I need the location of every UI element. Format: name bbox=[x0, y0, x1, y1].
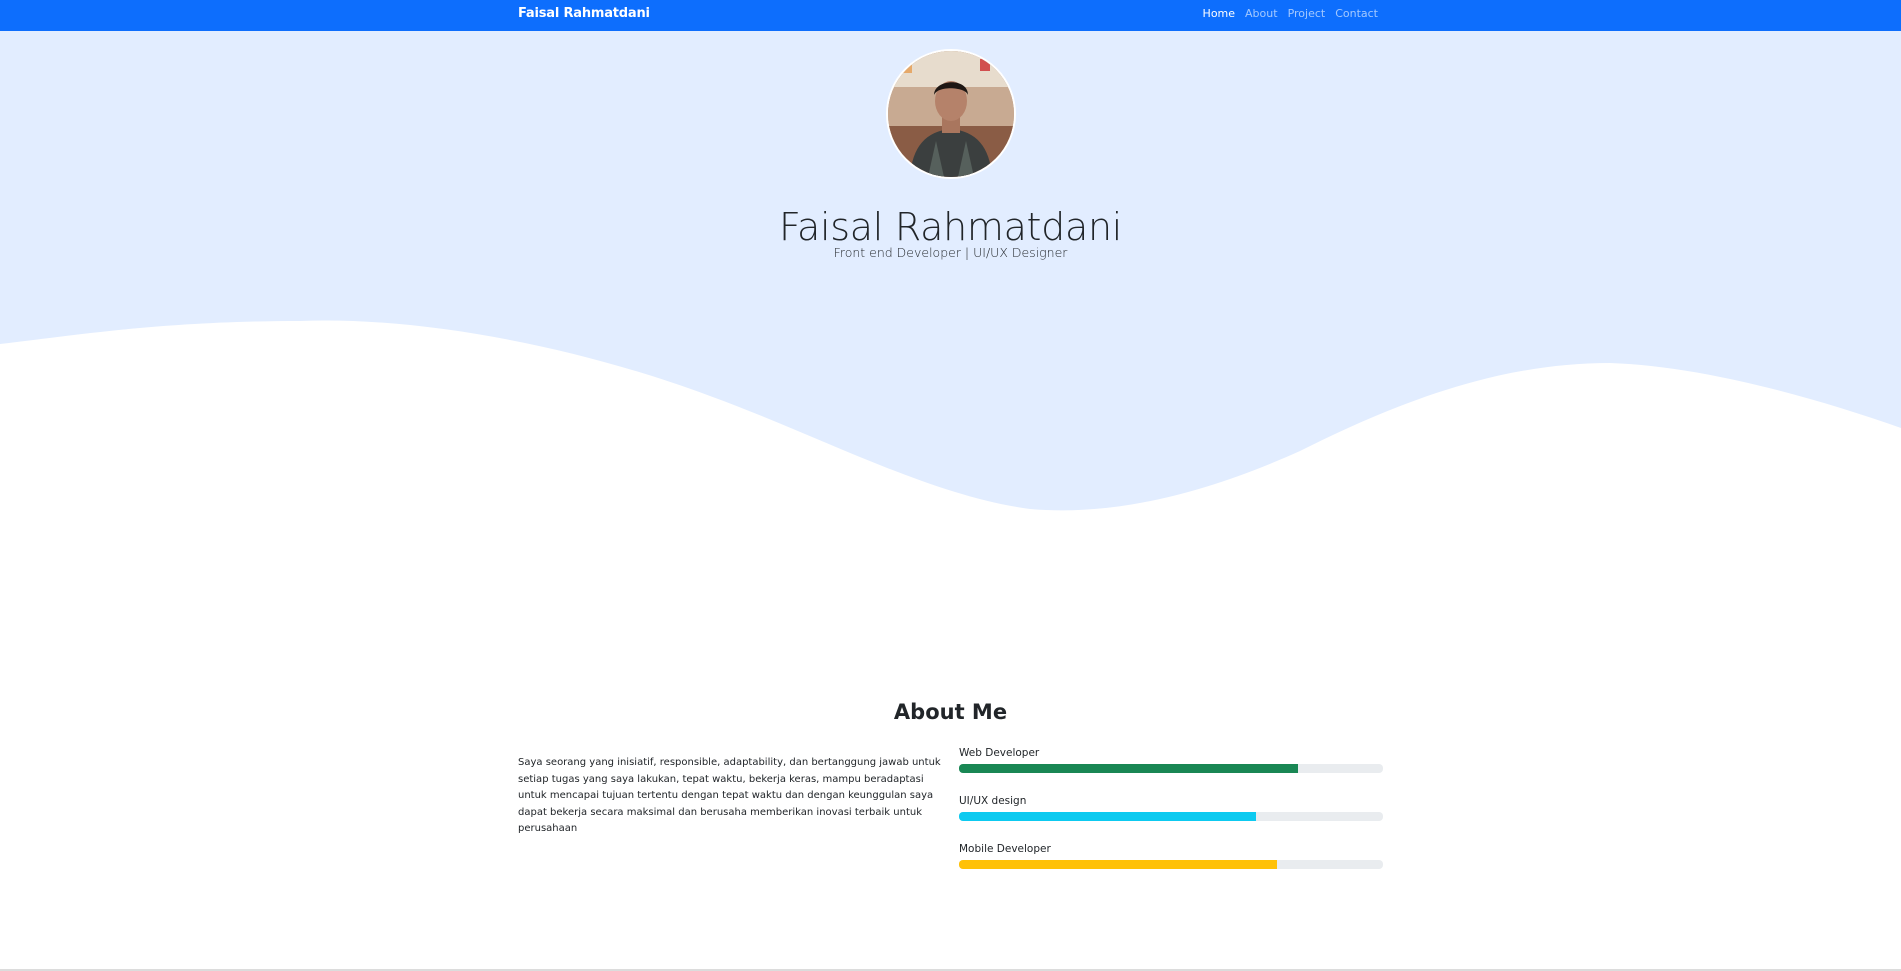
nav-link-about[interactable]: About bbox=[1245, 7, 1278, 20]
skill-progress-fill bbox=[959, 812, 1256, 821]
nav-links: Home About Project Contact bbox=[1203, 7, 1378, 20]
skill-progress-fill bbox=[959, 764, 1299, 773]
about-title: About Me bbox=[893, 700, 1008, 725]
skill-label: Web Developer bbox=[959, 747, 1040, 759]
hero-subtitle: Front end Developer | UI/UX Designer bbox=[833, 244, 1068, 260]
skill-label: UI/UX design bbox=[959, 795, 1027, 807]
skill-progress-bar bbox=[959, 764, 1383, 773]
navbar: Faisal Rahmatdani Home About Project Con… bbox=[0, 0, 1901, 31]
profile-photo bbox=[888, 51, 1014, 177]
skill-progress-bar bbox=[959, 812, 1383, 821]
hero-name: Faisal Rahmatdani bbox=[778, 205, 1123, 250]
profile-avatar bbox=[886, 49, 1016, 179]
nav-link-home[interactable]: Home bbox=[1203, 7, 1235, 20]
skill-item: Web Developer bbox=[959, 746, 1383, 773]
nav-link-project[interactable]: Project bbox=[1288, 7, 1326, 20]
skill-progress-bar bbox=[959, 860, 1383, 869]
skill-progress-fill bbox=[959, 860, 1277, 869]
skills-list: Web Developer UI/UX design Mobile Develo… bbox=[959, 746, 1383, 890]
skill-label: Mobile Developer bbox=[959, 843, 1051, 855]
skill-item: Mobile Developer bbox=[959, 842, 1383, 869]
skill-item: UI/UX design bbox=[959, 794, 1383, 821]
navbar-brand[interactable]: Faisal Rahmatdani bbox=[518, 6, 650, 21]
nav-link-contact[interactable]: Contact bbox=[1335, 7, 1378, 20]
about-description: Saya seorang yang inisiatif, responsible… bbox=[518, 757, 941, 834]
